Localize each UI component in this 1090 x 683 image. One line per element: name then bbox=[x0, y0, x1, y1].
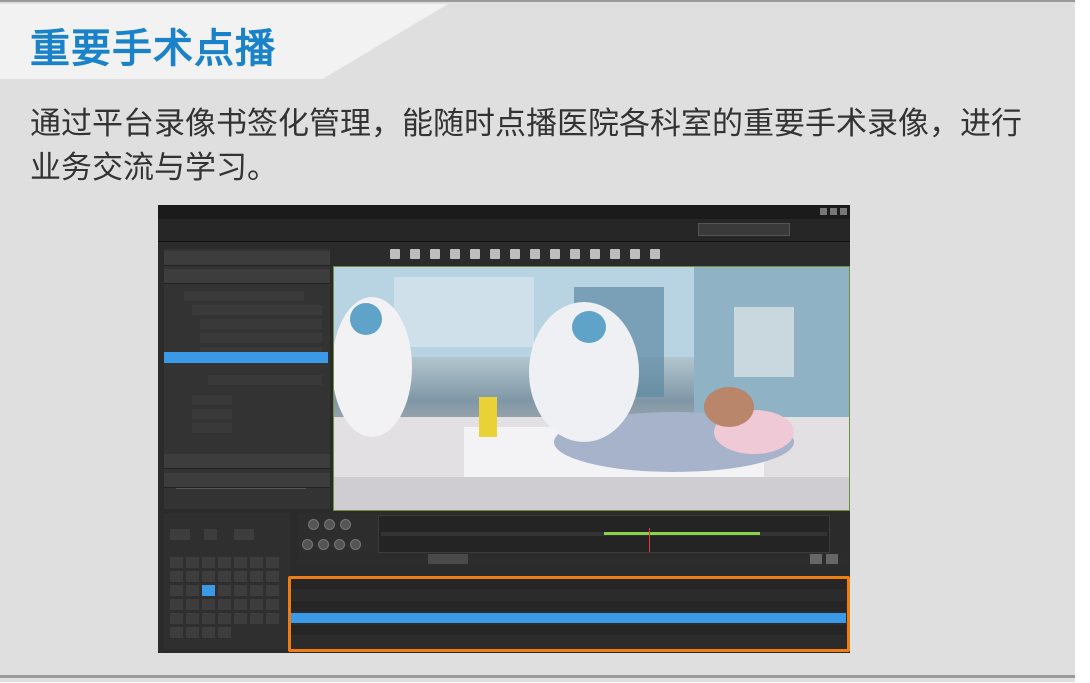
feature-description: 通过平台录像书签化管理，能随时点播医院各科室的重要手术录像，进行业务交流与学习。 bbox=[30, 106, 1022, 186]
calendar-day[interactable] bbox=[250, 557, 263, 568]
calendar-day[interactable] bbox=[218, 627, 231, 638]
operating-room-video-frame bbox=[334, 267, 849, 510]
settings-icon[interactable] bbox=[826, 554, 838, 564]
tree-section-header[interactable] bbox=[164, 473, 330, 488]
calendar-day[interactable] bbox=[218, 613, 231, 624]
calendar-day[interactable] bbox=[202, 613, 215, 624]
page-title: 重要手术点播 bbox=[30, 26, 276, 72]
recorded-segment[interactable] bbox=[604, 532, 761, 535]
calendar-day[interactable] bbox=[202, 599, 215, 610]
playback-timeline[interactable] bbox=[378, 515, 830, 553]
close-icon[interactable] bbox=[840, 208, 847, 215]
calendar-day[interactable] bbox=[250, 599, 263, 610]
calendar-day-selected[interactable] bbox=[202, 585, 215, 596]
calendar-day[interactable] bbox=[234, 585, 247, 596]
record-list-highlight-box bbox=[288, 576, 850, 652]
tree-node[interactable] bbox=[200, 333, 322, 343]
calendar-day[interactable] bbox=[250, 585, 263, 596]
calendar-day[interactable] bbox=[266, 571, 279, 582]
layout-custom-icon[interactable] bbox=[430, 249, 440, 259]
tree-section-header[interactable] bbox=[164, 269, 330, 284]
calendar-day[interactable] bbox=[186, 557, 199, 568]
calendar-day[interactable] bbox=[266, 557, 279, 568]
calendar-day[interactable] bbox=[186, 599, 199, 610]
prev-icon[interactable] bbox=[530, 249, 540, 259]
fullscreen-icon[interactable] bbox=[650, 249, 660, 259]
month-prev-icon[interactable] bbox=[204, 529, 217, 540]
tree-node[interactable] bbox=[192, 423, 232, 433]
calendar-day[interactable] bbox=[234, 599, 247, 610]
year-select[interactable] bbox=[170, 529, 190, 540]
calendar-day[interactable] bbox=[234, 557, 247, 568]
tab-bookmarks[interactable] bbox=[368, 554, 408, 564]
calendar-day[interactable] bbox=[250, 571, 263, 582]
calendar-day[interactable] bbox=[170, 557, 183, 568]
calendar-day[interactable] bbox=[186, 613, 199, 624]
calendar-day[interactable] bbox=[218, 585, 231, 596]
export-icon[interactable] bbox=[810, 554, 822, 564]
pause-icon[interactable] bbox=[324, 519, 335, 530]
maximize-icon[interactable] bbox=[830, 208, 837, 215]
tree-node[interactable] bbox=[192, 409, 232, 419]
device-tree-panel bbox=[164, 249, 330, 509]
next-icon[interactable] bbox=[550, 249, 560, 259]
layout-1-icon[interactable] bbox=[390, 249, 400, 259]
tree-node[interactable] bbox=[200, 319, 322, 329]
record-tabs bbox=[298, 553, 850, 565]
stop-icon[interactable] bbox=[340, 519, 351, 530]
play-icon[interactable] bbox=[308, 519, 319, 530]
tab-record-list[interactable] bbox=[308, 554, 348, 564]
calendar-day[interactable] bbox=[186, 571, 199, 582]
calendar-day[interactable] bbox=[170, 571, 183, 582]
tree-node[interactable] bbox=[192, 395, 232, 405]
calendar-day[interactable] bbox=[266, 599, 279, 610]
capture-icon[interactable] bbox=[350, 539, 361, 550]
calendar-day[interactable] bbox=[170, 627, 183, 638]
tree-node-selected[interactable] bbox=[164, 352, 328, 363]
playhead[interactable] bbox=[648, 528, 650, 552]
calendar-day[interactable] bbox=[266, 613, 279, 624]
calendar-day[interactable] bbox=[186, 585, 199, 596]
tree-section-header[interactable] bbox=[164, 454, 330, 469]
bottom-divider bbox=[0, 675, 1075, 678]
surgery-video-player[interactable] bbox=[333, 266, 850, 511]
calendar-day[interactable] bbox=[218, 557, 231, 568]
fast-icon[interactable] bbox=[318, 539, 329, 550]
layout-4-icon[interactable] bbox=[410, 249, 420, 259]
calendar-day[interactable] bbox=[250, 613, 263, 624]
minimize-icon[interactable] bbox=[820, 208, 827, 215]
calendar-day[interactable] bbox=[170, 613, 183, 624]
calendar-day[interactable] bbox=[202, 571, 215, 582]
calendar-day[interactable] bbox=[202, 557, 215, 568]
volume-icon[interactable] bbox=[510, 249, 520, 259]
date-calendar[interactable] bbox=[164, 513, 290, 649]
calendar-day[interactable] bbox=[234, 571, 247, 582]
calendar-day[interactable] bbox=[266, 585, 279, 596]
month-select[interactable] bbox=[234, 529, 254, 540]
window-titlebar bbox=[158, 205, 850, 219]
calendar-day[interactable] bbox=[186, 627, 199, 638]
record-table-header bbox=[298, 567, 850, 575]
tree-node[interactable] bbox=[192, 305, 322, 315]
ptz-icon[interactable] bbox=[610, 249, 620, 259]
tab-active[interactable] bbox=[428, 554, 468, 564]
zoom-out-icon[interactable] bbox=[590, 249, 600, 259]
zoom-in-icon[interactable] bbox=[570, 249, 580, 259]
mic-icon[interactable] bbox=[630, 249, 640, 259]
tree-section-header[interactable] bbox=[164, 251, 330, 266]
calendar-day[interactable] bbox=[218, 599, 231, 610]
calendar-day[interactable] bbox=[218, 571, 231, 582]
slow-icon[interactable] bbox=[302, 539, 313, 550]
calendar-day[interactable] bbox=[170, 585, 183, 596]
print-icon[interactable] bbox=[490, 249, 500, 259]
snapshot-icon[interactable] bbox=[450, 249, 460, 259]
calendar-day[interactable] bbox=[234, 613, 247, 624]
record-icon[interactable] bbox=[470, 249, 480, 259]
calendar-day[interactable] bbox=[202, 627, 215, 638]
search-input[interactable] bbox=[698, 223, 790, 236]
calendar-day[interactable] bbox=[170, 599, 183, 610]
tree-node[interactable] bbox=[208, 375, 322, 385]
tree-node[interactable] bbox=[184, 291, 304, 301]
step-icon[interactable] bbox=[334, 539, 345, 550]
